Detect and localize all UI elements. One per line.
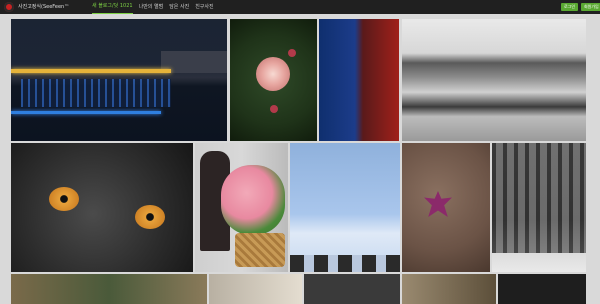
maple-leaf: [424, 191, 452, 217]
photo-gallery: [0, 14, 600, 304]
photo-sky-with-posts[interactable]: [290, 143, 400, 272]
nav-item-saved-photos[interactable]: 담은 사진: [169, 0, 189, 14]
brand-name[interactable]: 사진고정식(SeeFeen™: [18, 2, 69, 12]
tree-trunks: [492, 143, 586, 253]
photo-river-landscape[interactable]: [402, 19, 586, 141]
photo-thumbnail[interactable]: [402, 274, 496, 304]
nav-item-friend-photos[interactable]: 친구사진: [195, 0, 213, 14]
bollards: [290, 255, 400, 272]
photo-thumbnail[interactable]: [209, 274, 302, 304]
nav-item-new[interactable]: 새 블로그/덧 1021: [92, 0, 133, 14]
bridge-lights: [11, 69, 171, 73]
rose-flower: [256, 57, 290, 91]
flower-bouquet: [221, 165, 285, 235]
rose-bud: [288, 49, 296, 57]
photo-thumbnail[interactable]: [11, 274, 207, 304]
photo-autumn-leaves[interactable]: [402, 143, 490, 272]
photo-black-cat[interactable]: [11, 143, 193, 272]
logo-icon[interactable]: [4, 2, 14, 12]
rose-bud: [270, 105, 278, 113]
nav-item-my-album[interactable]: 나만의 앨범: [139, 0, 164, 14]
photo-snowy-forest[interactable]: [492, 143, 586, 272]
photo-blue-red-abstract[interactable]: [319, 19, 399, 141]
photo-night-bridge[interactable]: [11, 19, 227, 141]
cat-eye: [135, 205, 165, 229]
login-button[interactable]: 로그인: [561, 3, 579, 11]
photo-woman-with-flowers[interactable]: [195, 143, 288, 272]
photo-thumbnail[interactable]: [498, 274, 586, 304]
main-nav: 새 블로그/덧 1021 나만의 앨범 담은 사진 친구사진: [92, 0, 214, 14]
flower-basket: [235, 233, 285, 267]
photo-thumbnail[interactable]: [304, 274, 400, 304]
blue-lights: [11, 111, 161, 114]
water-reflection: [21, 79, 171, 107]
cat-eye: [49, 187, 79, 211]
photo-pink-rose[interactable]: [230, 19, 317, 141]
top-navigation-bar: 사진고정식(SeeFeen™ 새 블로그/덧 1021 나만의 앨범 담은 사진…: [0, 0, 600, 14]
signup-button[interactable]: 회원가입: [581, 3, 600, 11]
